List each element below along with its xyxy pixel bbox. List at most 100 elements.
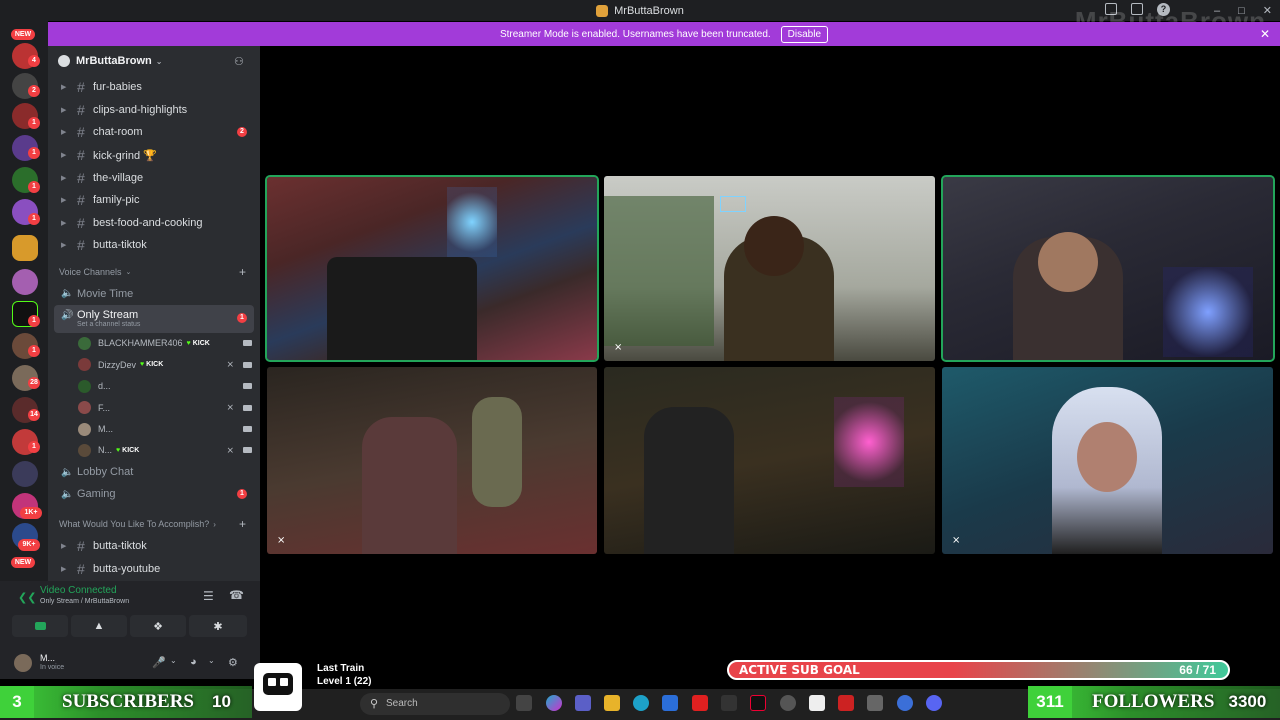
channel-sidebar: MrButtaBrown ⌄ ⚇ ▶ # fur-babies ▶ # clips-and… bbox=[48, 46, 260, 581]
screen-share-button[interactable]: ▲ bbox=[71, 615, 127, 637]
discord-window: MrButtaBrown ? – □ ✕ MrButtaBrown Stream… bbox=[0, 0, 1280, 720]
voice-channel-label: Only Stream bbox=[77, 309, 139, 322]
chevron-down-icon: ⌄ bbox=[155, 56, 163, 66]
member-name: DizzyDev bbox=[98, 359, 137, 370]
server-icon[interactable] bbox=[12, 269, 38, 295]
file-explorer-icon[interactable] bbox=[604, 695, 620, 711]
voice-channel-label: Gaming bbox=[77, 488, 116, 501]
x-app-icon[interactable] bbox=[721, 695, 737, 711]
muted-mic-icon: ⨯ bbox=[277, 535, 286, 546]
headphones-icon[interactable]: ◕ bbox=[190, 656, 197, 668]
app-icon[interactable] bbox=[809, 695, 825, 711]
unread-badge: 2 bbox=[237, 127, 247, 138]
followers-counter: 311 FOLLOWERS 3300 bbox=[1028, 686, 1266, 718]
video-tile[interactable]: ⨯ bbox=[942, 367, 1273, 554]
app-icon[interactable] bbox=[867, 695, 883, 711]
text-channel-butta-tiktok[interactable]: ▶ # butta-tiktok bbox=[48, 234, 260, 257]
member-name: d... bbox=[98, 381, 111, 392]
hash-icon: # bbox=[77, 79, 85, 96]
voice-member[interactable]: d... bbox=[48, 376, 260, 397]
voice-member[interactable]: BLACKHAMMER406 KICK bbox=[48, 333, 260, 354]
invite-people-icon[interactable]: ⚇ bbox=[234, 55, 246, 68]
close-banner-icon[interactable]: ✕ bbox=[1260, 27, 1270, 41]
video-tile[interactable] bbox=[604, 367, 935, 554]
server-icon[interactable] bbox=[12, 461, 38, 487]
app-icon[interactable] bbox=[838, 695, 854, 711]
avatar[interactable] bbox=[14, 654, 32, 672]
discord-taskbar-icon[interactable] bbox=[926, 695, 942, 711]
video-content bbox=[720, 196, 746, 212]
voice-location[interactable]: Only Stream / MrButtaBrown bbox=[40, 598, 129, 605]
video-tile[interactable] bbox=[265, 175, 599, 362]
text-channel-best-food-and-cooking[interactable]: ▶ # best-food-and-cooking bbox=[48, 212, 260, 235]
new-badge: NEW bbox=[11, 557, 35, 568]
create-channel-icon[interactable]: + bbox=[239, 517, 246, 531]
create-channel-icon[interactable]: + bbox=[239, 265, 246, 279]
chevron-right-icon: ▶ bbox=[61, 543, 67, 551]
server-icon[interactable] bbox=[12, 235, 38, 261]
accomplish-category[interactable]: What Would You Like To Accomplish? › + bbox=[48, 513, 260, 535]
text-channel-chat-room[interactable]: ▶ # chat-room 2 bbox=[48, 121, 260, 144]
task-view-icon[interactable] bbox=[516, 695, 532, 711]
signal-icon[interactable]: ❮❮ bbox=[18, 591, 36, 604]
subscribers-target: 10 bbox=[212, 692, 231, 711]
teams-icon[interactable] bbox=[575, 695, 591, 711]
microphone-icon[interactable]: 🎤 bbox=[152, 656, 166, 669]
disconnect-icon[interactable]: ☎ bbox=[229, 588, 244, 602]
member-name: BLACKHAMMER406 bbox=[98, 338, 183, 349]
soundboard-button[interactable]: ✱ bbox=[189, 615, 247, 637]
gear-icon[interactable]: ⚙ bbox=[228, 656, 238, 669]
voice-category-label: Voice Channels bbox=[59, 266, 122, 277]
taskbar-search[interactable]: ⚲ Search bbox=[360, 693, 510, 715]
server-badge: 4 bbox=[28, 55, 40, 67]
noise-suppression-icon[interactable]: ☰ bbox=[203, 589, 214, 603]
voice-channel-only-stream[interactable]: 🔊 Only Stream Set a channel status 1 bbox=[54, 304, 254, 333]
video-content bbox=[447, 187, 497, 257]
disable-streamer-mode-button[interactable]: Disable bbox=[780, 25, 829, 43]
edge-icon[interactable] bbox=[633, 695, 649, 711]
copilot-icon[interactable] bbox=[546, 695, 562, 711]
voice-member[interactable]: M... bbox=[48, 418, 260, 439]
text-channel-family-pic[interactable]: ▶ # family-pic bbox=[48, 189, 260, 212]
new-badge: NEW bbox=[11, 29, 35, 40]
user-status: In voice bbox=[40, 664, 65, 671]
video-tile[interactable]: ⨯ bbox=[604, 176, 935, 361]
chevron-right-icon: ▶ bbox=[61, 84, 67, 92]
channel-label: chat-room bbox=[93, 126, 143, 139]
text-channel-the-village[interactable]: ▶ # the-village bbox=[48, 166, 260, 189]
tiktok-icon[interactable] bbox=[750, 695, 766, 711]
youtube-icon[interactable] bbox=[692, 695, 708, 711]
voice-member[interactable]: F... ⨯ bbox=[48, 397, 260, 418]
voice-member[interactable]: DizzyDevKICK ⨯ bbox=[48, 354, 260, 375]
camera-button[interactable] bbox=[12, 615, 68, 637]
video-tile[interactable]: ⨯ bbox=[267, 367, 597, 554]
text-channel-clips-and-highlights[interactable]: ▶ # clips-and-highlights bbox=[48, 99, 260, 122]
text-channel-butta-tiktok[interactable]: ▶ # butta-tiktok bbox=[48, 535, 260, 558]
text-channel-kick-grind[interactable]: ▶ # kick-grind 🏆 bbox=[48, 144, 260, 167]
sub-goal-label: ACTIVE SUB GOAL bbox=[739, 663, 860, 677]
voice-channel-gaming[interactable]: 🔈 Gaming 1 bbox=[48, 483, 260, 505]
voice-channel-movie-time[interactable]: 🔈 Movie Time bbox=[48, 283, 260, 305]
channel-status-hint[interactable]: Set a channel status bbox=[61, 321, 140, 328]
channel-label: clips-and-highlights bbox=[93, 103, 188, 116]
chevron-right-icon: ▶ bbox=[61, 152, 67, 160]
voice-channel-lobby-chat[interactable]: 🔈 Lobby Chat bbox=[48, 461, 260, 483]
chevron-down-icon[interactable]: ⌄ bbox=[170, 656, 177, 665]
app-icon[interactable] bbox=[897, 695, 913, 711]
obs-icon[interactable] bbox=[780, 695, 796, 711]
video-tile[interactable] bbox=[941, 175, 1275, 362]
voice-member[interactable]: N...KICK ⨯ bbox=[48, 440, 260, 461]
unread-badge: 1 bbox=[237, 312, 247, 323]
voice-category[interactable]: Voice Channels ⌄ + bbox=[48, 261, 260, 283]
video-content bbox=[327, 257, 477, 360]
store-icon[interactable] bbox=[662, 695, 678, 711]
server-header[interactable]: MrButtaBrown ⌄ ⚇ bbox=[48, 46, 260, 76]
camera-icon bbox=[243, 340, 252, 347]
text-channel-fur-babies[interactable]: ▶ # fur-babies bbox=[48, 76, 260, 99]
muted-mic-icon: ⨯ bbox=[226, 359, 234, 370]
app-logo-icon bbox=[596, 4, 609, 17]
text-channel-butta-youtube[interactable]: ▶ # butta-youtube bbox=[48, 558, 260, 581]
train-title: Last Train bbox=[317, 663, 365, 674]
activities-button[interactable]: ❖ bbox=[130, 615, 186, 637]
chevron-down-icon[interactable]: ⌄ bbox=[208, 656, 215, 665]
